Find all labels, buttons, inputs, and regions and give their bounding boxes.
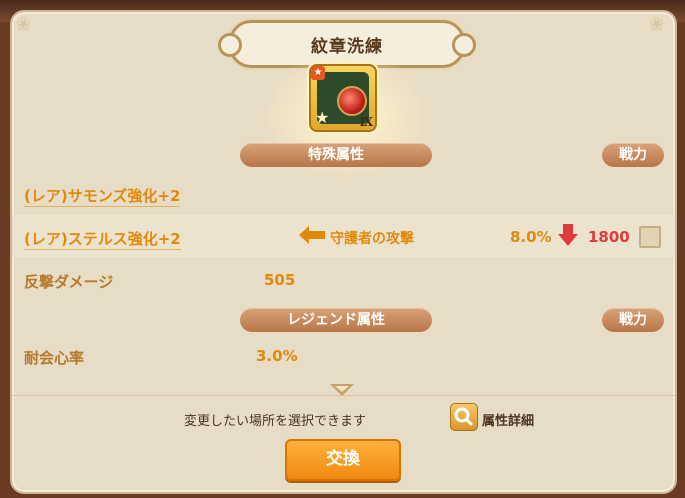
star-icon: ★ xyxy=(315,108,330,127)
special-attr-header: 特殊属性 xyxy=(240,143,432,167)
lock-checkbox[interactable] xyxy=(639,226,661,248)
emblem-icon[interactable]: ★ ★ Ⅸ xyxy=(309,64,377,132)
emblem-gem-icon xyxy=(337,86,367,116)
chevron-down-icon[interactable] xyxy=(330,384,354,398)
arrow-left-icon xyxy=(299,226,325,244)
counter-damage-label[interactable]: 反撃ダメージ xyxy=(24,271,113,292)
down-arrow-icon xyxy=(558,224,578,246)
target-attr-percent: 8.0% xyxy=(510,228,552,246)
rarity-badge-icon: ★ xyxy=(311,66,325,80)
counter-damage-value: 505 xyxy=(264,271,296,289)
legend-attr-header: レジェンド属性 xyxy=(240,308,432,332)
target-attr-label: 守護者の攻撃 xyxy=(330,231,414,247)
special-power-button[interactable]: 戦力 xyxy=(602,143,664,167)
special-attr-row-2[interactable]: (レア)ステルス強化+2 xyxy=(24,228,181,250)
exchange-button[interactable]: 交換 xyxy=(285,439,401,481)
attr-detail-link[interactable]: 属性詳細 xyxy=(482,410,534,429)
legend-attr-row-1[interactable]: 耐会心率 xyxy=(24,347,84,368)
legend-attr-value-1: 3.0% xyxy=(256,347,298,365)
magnifier-icon[interactable] xyxy=(450,403,478,431)
emblem-rank: Ⅸ xyxy=(359,115,373,129)
power-value: 1800 xyxy=(588,228,630,246)
refine-dialog: ❀ ❀ 紋章洗練 ★ ★ Ⅸ 特殊属性 戦力 (レア)サモンズ強化+2 (レア)… xyxy=(10,10,677,494)
corner-ornament-icon: ❀ xyxy=(16,14,32,35)
legend-power-button[interactable]: 戦力 xyxy=(602,308,664,332)
special-attr-row-1[interactable]: (レア)サモンズ強化+2 xyxy=(24,185,181,207)
corner-ornament-icon: ❀ xyxy=(649,14,665,35)
hint-text: 変更したい場所を選択できます xyxy=(184,414,367,429)
